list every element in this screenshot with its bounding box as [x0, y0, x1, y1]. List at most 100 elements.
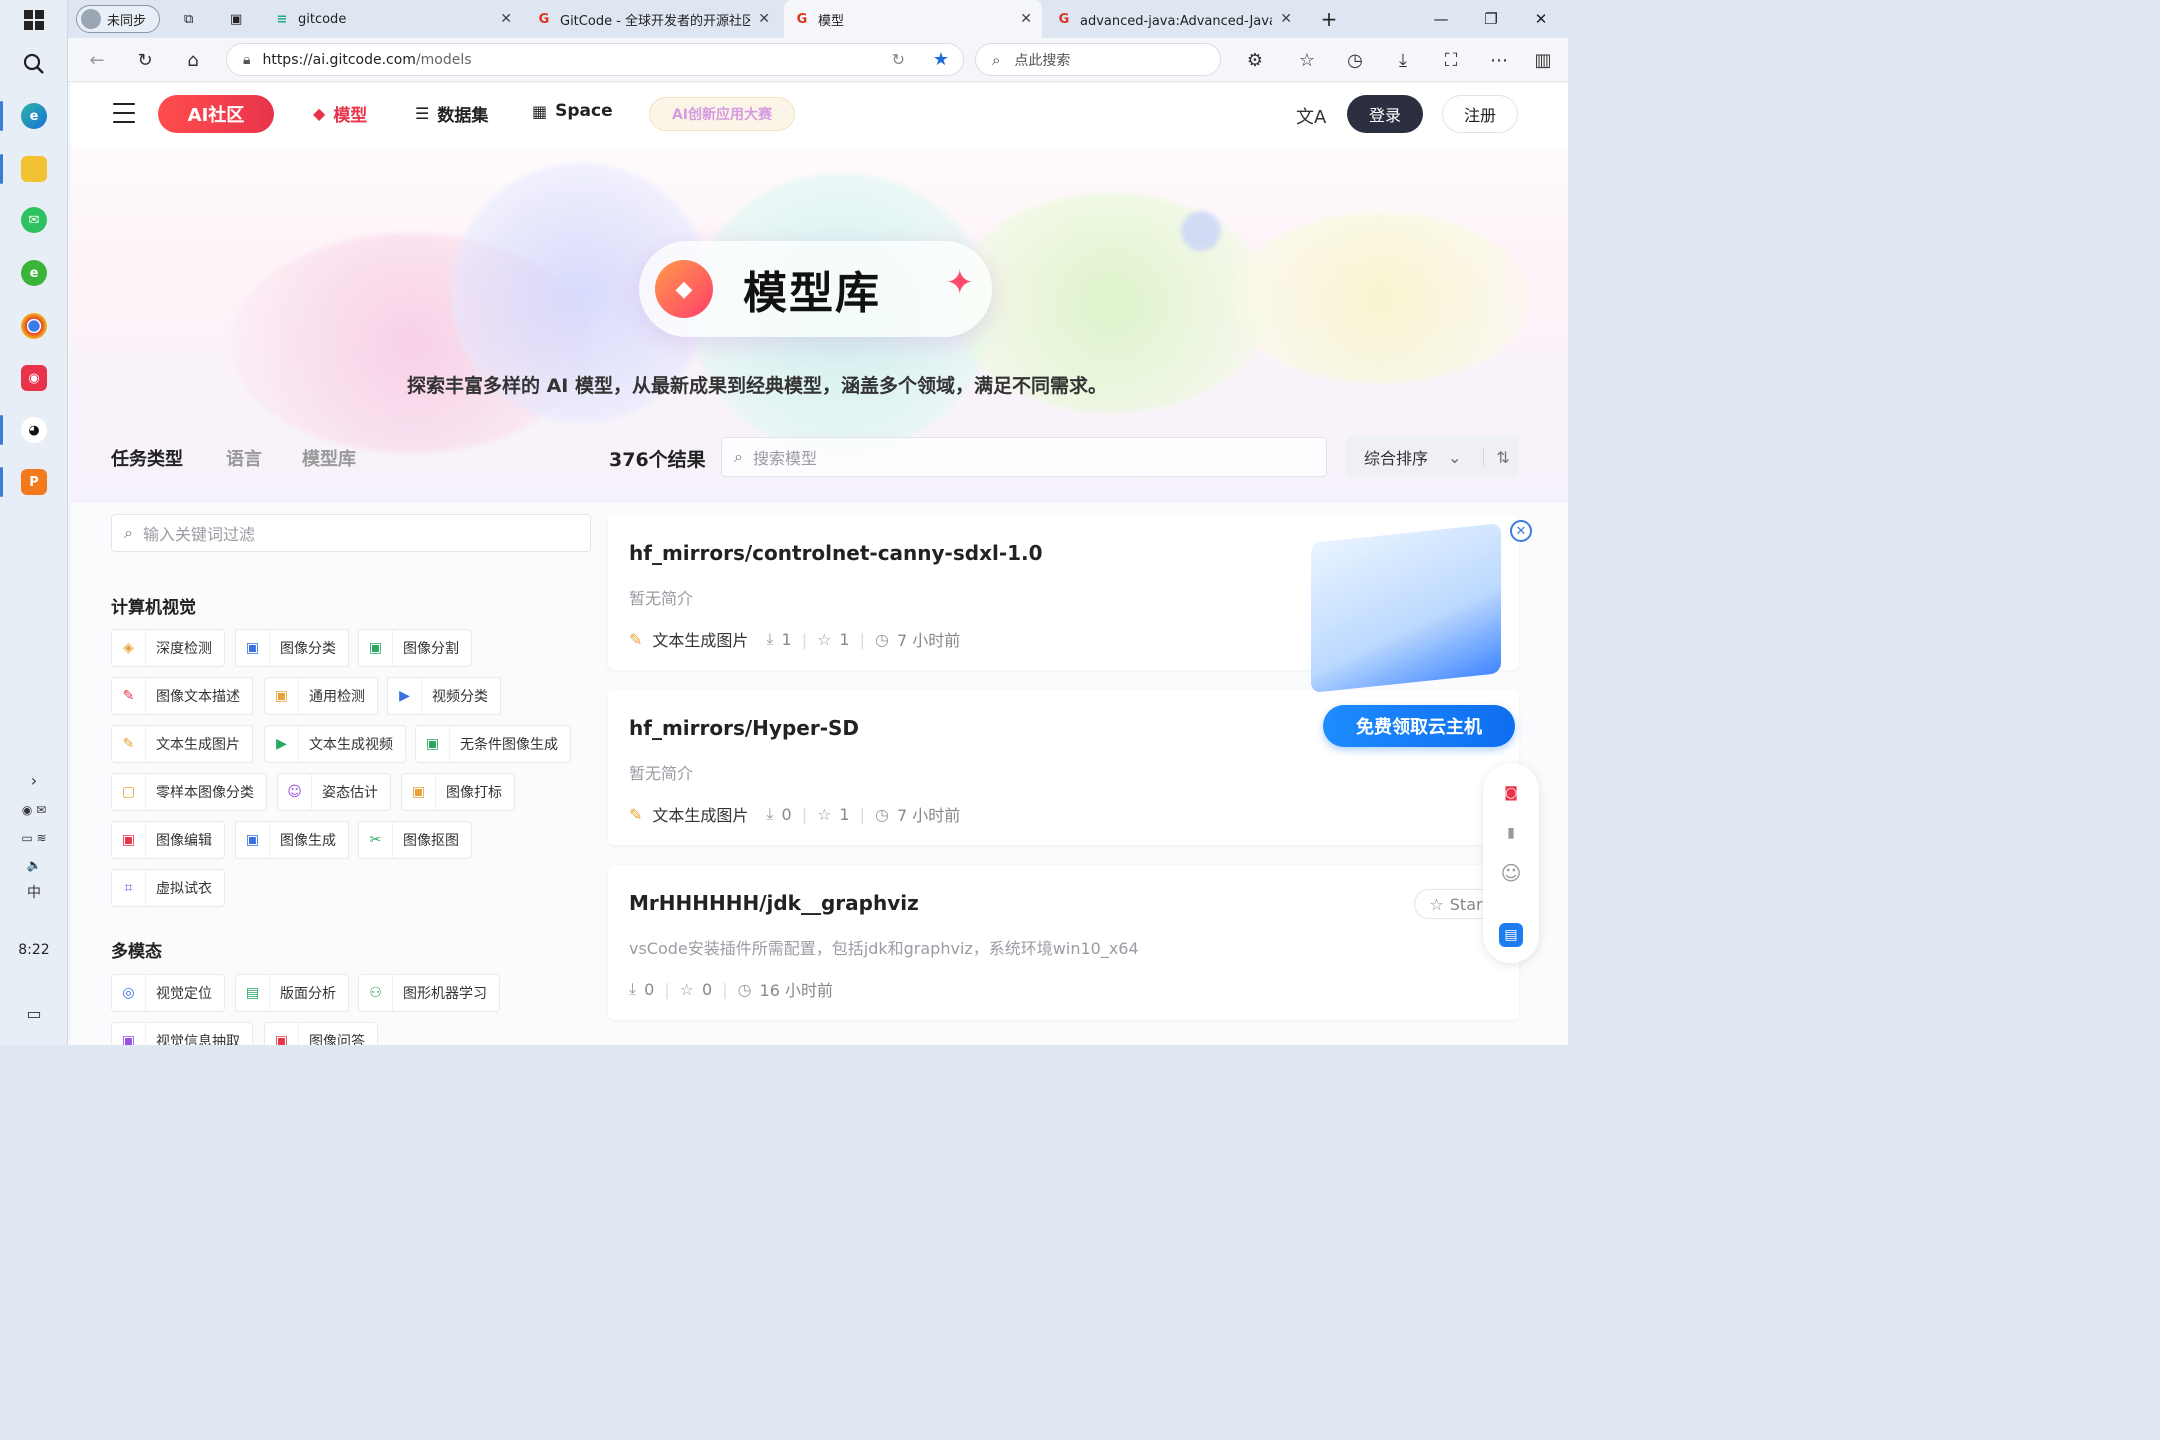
chip-general-detection[interactable]: ▣ 通用检测	[264, 677, 378, 715]
search-icon[interactable]	[14, 44, 54, 84]
floating-toolbar: ◙ ▮ ☺ ▤	[1483, 763, 1539, 963]
model-search-input[interactable]: ⌕ 搜索模型	[721, 437, 1327, 477]
chat-icon[interactable]: ◙	[1499, 781, 1523, 805]
chip-image-classification[interactable]: ▣ 图像分类	[235, 629, 349, 667]
model-title[interactable]: MrHHHHHH/jdk__graphviz	[629, 891, 919, 915]
model-tag[interactable]: 文本生成图片	[652, 802, 748, 826]
chip-unconditional-image-generation[interactable]: ▣ 无条件图像生成	[415, 725, 571, 763]
chip-visual-grounding[interactable]: ◎ 视觉定位	[111, 974, 225, 1012]
chip-label: 图像生成	[280, 833, 336, 849]
sidebar-toggle-icon[interactable]: ▥	[1528, 46, 1558, 74]
chrome-icon[interactable]	[14, 306, 54, 346]
extensions-icon[interactable]: ⚙	[1240, 46, 1270, 74]
database-icon: ☰	[415, 104, 430, 123]
free-cloud-host-button[interactable]: 免费领取云主机	[1323, 705, 1515, 747]
updated-time: 7 小时前	[896, 806, 961, 825]
notification-icon[interactable]: ▭	[14, 993, 54, 1033]
chip-text-to-image[interactable]: ✎ 文本生成图片	[111, 725, 253, 763]
close-window-icon[interactable]: ✕	[1518, 0, 1564, 38]
notes-icon[interactable]: ▤	[1499, 923, 1523, 947]
screen-recorder-icon[interactable]: ◉	[14, 358, 54, 398]
translate-icon[interactable]: 文A	[1296, 103, 1326, 129]
wechat-icon[interactable]: ✉	[14, 200, 54, 240]
chip-image-segmentation[interactable]: ▣ 图像分割	[358, 629, 472, 667]
ie-browser-icon[interactable]: e	[14, 253, 54, 293]
star-icon: ☆	[817, 629, 832, 649]
close-tab-icon[interactable]: ✕	[758, 11, 770, 27]
tab-actions-icon[interactable]: ⧉	[174, 0, 214, 38]
model-card[interactable]: MrHHHHHH/jdk__graphviz ☆ Star vsCode安装插件所…	[608, 865, 1519, 1020]
updated-time: 7 小时前	[896, 631, 961, 650]
chip-depth-detection[interactable]: ◈ 深度检测	[111, 629, 225, 667]
tab-advanced-java[interactable]: Gadvanced-java:Advanced-Java是 ✕	[1046, 0, 1302, 38]
model-title[interactable]: hf_mirrors/controlnet-canny-sdxl-1.0	[629, 541, 1043, 565]
chip-zero-shot-classification[interactable]: ▢ 零样本图像分类	[111, 773, 267, 811]
cloud-host-promo[interactable]: ✕	[1301, 515, 1532, 705]
lock-doc-icon[interactable]: ▮	[1499, 821, 1523, 845]
pdf-reader-icon[interactable]: P	[14, 462, 54, 502]
model-tag[interactable]: 文本生成图片	[652, 627, 748, 651]
model-title[interactable]: hf_mirrors/Hyper-SD	[629, 716, 859, 740]
profile-button[interactable]: 未同步	[76, 5, 160, 33]
nav-space[interactable]: ▦ Space	[532, 101, 613, 121]
nav-models[interactable]: ◆ 模型	[313, 101, 367, 126]
reader-refresh-icon[interactable]: ↻	[892, 50, 905, 69]
chip-text-to-video[interactable]: ▶ 文本生成视频	[264, 725, 406, 763]
filter-tab-library[interactable]: 模型库	[302, 445, 356, 471]
close-tab-icon[interactable]: ✕	[1020, 11, 1032, 27]
ai-community-logo[interactable]: AI社区	[158, 95, 274, 133]
vertical-tabs-icon[interactable]: ▣	[220, 0, 260, 38]
sort-dropdown[interactable]: 综合排序 ⌄ ⇅	[1346, 437, 1519, 477]
chip-pose-estimation[interactable]: ☺ 姿态估计	[277, 773, 391, 811]
login-button[interactable]: 登录	[1347, 95, 1423, 133]
profile-label: 未同步	[107, 13, 147, 29]
sort-order-icon[interactable]: ⇅	[1483, 447, 1510, 467]
clock[interactable]: 8:22	[0, 942, 68, 958]
restore-icon[interactable]: ❐	[1468, 0, 1514, 38]
downloads-icon[interactable]: ⤓	[1388, 46, 1418, 74]
close-tab-icon[interactable]: ✕	[500, 11, 512, 27]
chip-image-tagging[interactable]: ▣ 图像打标	[401, 773, 515, 811]
qq-icon[interactable]: ◕	[14, 410, 54, 450]
chip-virtual-try-on[interactable]: ⌗ 虚拟试衣	[111, 869, 225, 907]
contest-banner-button[interactable]: AI创新应用大赛	[649, 97, 795, 131]
windows-start-icon[interactable]	[14, 0, 54, 40]
new-tab-icon[interactable]: +	[1306, 0, 1352, 38]
chip-graph-machine-learning[interactable]: ⚇ 图形机器学习	[358, 974, 500, 1012]
filter-tab-language[interactable]: 语言	[226, 445, 262, 471]
close-promo-icon[interactable]: ✕	[1510, 520, 1532, 542]
chip-image-editing[interactable]: ▣ 图像编辑	[111, 821, 225, 859]
refresh-icon[interactable]: ↻	[130, 46, 160, 74]
close-tab-icon[interactable]: ✕	[1280, 11, 1292, 27]
address-bar[interactable]: 🔒︎ https://ai.gitcode.com/models ↻ ★	[226, 43, 964, 76]
keyword-filter-input[interactable]: ⌕ 输入关键词过滤	[111, 514, 591, 552]
feedback-smile-icon[interactable]: ☺	[1499, 861, 1523, 885]
history-icon[interactable]: ◷	[1340, 46, 1370, 74]
chip-layout-analysis[interactable]: ▤ 版面分析	[235, 974, 349, 1012]
register-button[interactable]: 注册	[1442, 95, 1518, 133]
browser-search-field[interactable]: ⌕ 点此搜索	[975, 43, 1221, 76]
favorites-icon[interactable]: ☆	[1292, 46, 1322, 74]
more-menu-icon[interactable]: ⋯	[1484, 46, 1514, 74]
tab-models[interactable]: G 模型 ✕	[784, 0, 1042, 38]
favorite-star-icon[interactable]: ★	[933, 49, 949, 70]
chip-visual-qa[interactable]: ▣ 图像问答	[264, 1022, 378, 1045]
edge-browser-icon[interactable]: e	[14, 96, 54, 136]
chip-image-matting[interactable]: ✂ 图像抠图	[358, 821, 472, 859]
file-explorer-icon[interactable]	[14, 149, 54, 189]
home-icon[interactable]: ⌂	[178, 46, 208, 74]
back-icon[interactable]: ←	[82, 46, 112, 74]
screenshot-icon[interactable]: ⛶	[1436, 46, 1466, 74]
chip-visual-info-extraction[interactable]: ▣ 视觉信息抽取	[111, 1022, 253, 1045]
tab-gitcode-community[interactable]: G GitCode - 全球开发者的开源社区 ✕	[526, 0, 780, 38]
tab-gitcode[interactable]: ≡ gitcode ✕	[264, 0, 522, 38]
chip-video-classification[interactable]: ▶ 视频分类	[387, 677, 501, 715]
minimize-icon[interactable]: —	[1418, 0, 1464, 38]
hamburger-menu-icon[interactable]	[113, 103, 135, 123]
lock-icon[interactable]: 🔒︎	[243, 52, 250, 68]
chip-image-captioning[interactable]: ✎ 图像文本描述	[111, 677, 253, 715]
ime-icon[interactable]: 中	[14, 872, 54, 912]
chip-image-generation[interactable]: ▣ 图像生成	[235, 821, 349, 859]
nav-datasets[interactable]: ☰ 数据集	[415, 101, 488, 126]
filter-tab-task-type[interactable]: 任务类型	[111, 445, 183, 471]
